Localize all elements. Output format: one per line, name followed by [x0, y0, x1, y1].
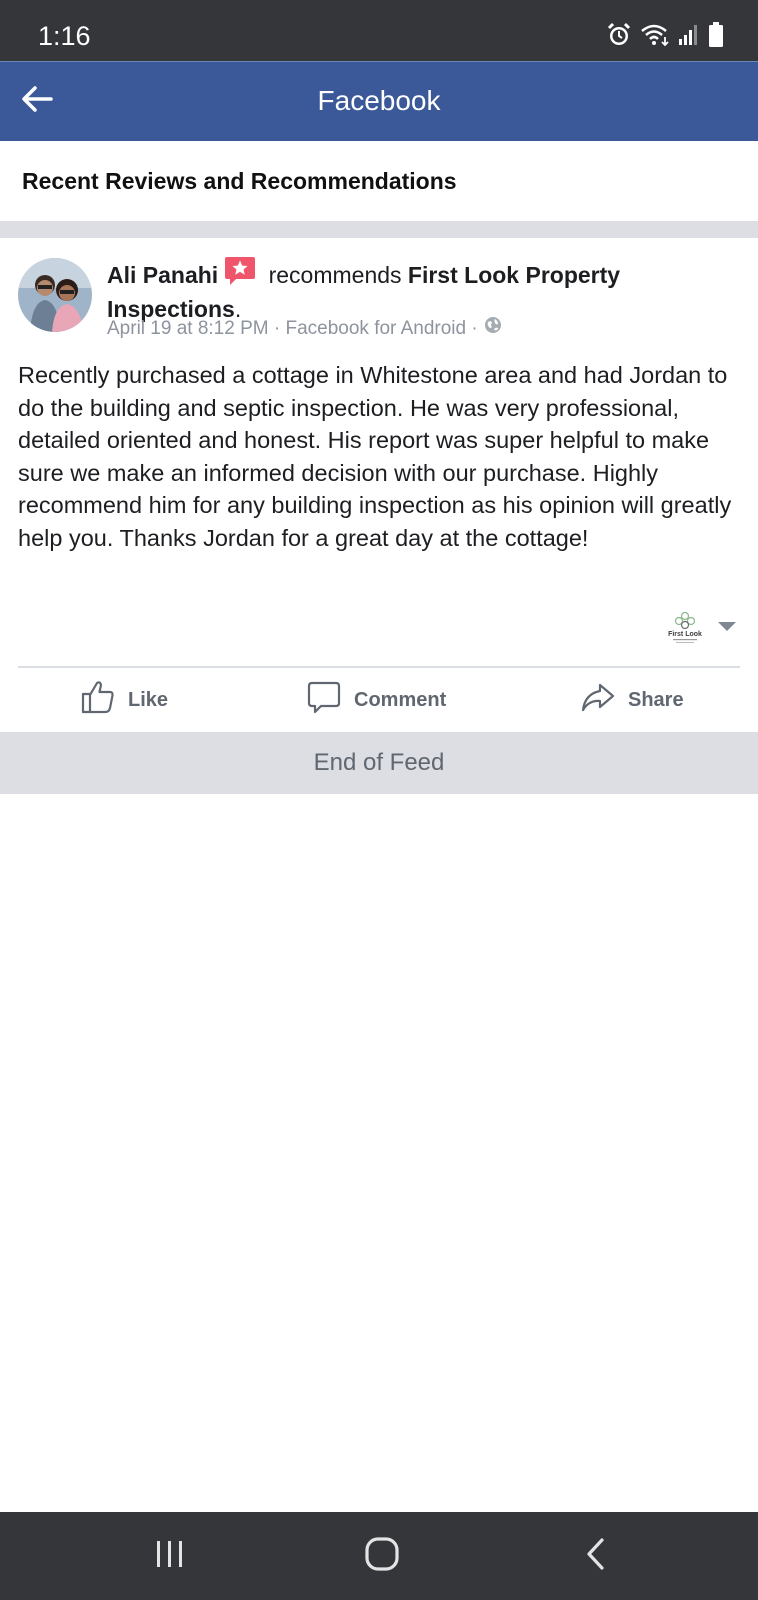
system-back-button[interactable]: [572, 1536, 620, 1576]
section-header: Recent Reviews and Recommendations: [0, 141, 758, 221]
comment-bubble-icon: [306, 679, 342, 721]
navigation-bar: [0, 1512, 758, 1600]
chevron-left-icon: [582, 1537, 610, 1576]
recent-apps-icon: [153, 1538, 187, 1575]
app-bar: Facebook: [0, 61, 758, 141]
section-divider: [0, 221, 758, 238]
post-actions: Like Comment Share: [0, 668, 758, 732]
share-label: Share: [628, 688, 684, 711]
thumbs-up-icon: [80, 679, 116, 721]
recommendation-star-icon: [224, 256, 256, 294]
battery-icon: [708, 22, 724, 53]
page-logo-text: First Look: [668, 631, 702, 638]
post-body: Recently purchased a cottage in Whitesto…: [18, 362, 732, 551]
signal-icon: [678, 24, 700, 51]
caret-down-icon: [716, 622, 738, 639]
review-post: Ali Panahi recommends First Look Propert…: [0, 238, 758, 732]
section-title: Recent Reviews and Recommendations: [22, 168, 457, 194]
status-icons: [606, 22, 724, 53]
post-meta: April 19 at 8:12 PM · Facebook for Andro…: [107, 316, 502, 341]
comment-label: Comment: [354, 688, 447, 711]
recommends-text: recommends: [268, 262, 402, 288]
share-arrow-icon: [580, 679, 616, 721]
post-timestamp[interactable]: April 19 at 8:12 PM · Facebook for Andro…: [107, 317, 478, 341]
like-button[interactable]: Like: [80, 668, 168, 732]
comment-button[interactable]: Comment: [306, 668, 446, 732]
alarm-icon: [606, 22, 632, 53]
avatar[interactable]: [18, 258, 92, 332]
wifi-icon: [640, 23, 670, 52]
home-button[interactable]: [358, 1536, 406, 1576]
author-name[interactable]: Ali Panahi: [107, 262, 218, 288]
end-of-feed: End of Feed: [0, 732, 758, 794]
app-title: Facebook: [317, 85, 441, 116]
globe-icon: [484, 316, 502, 341]
home-icon: [364, 1536, 400, 1577]
like-label: Like: [128, 688, 169, 711]
recent-apps-button[interactable]: [146, 1536, 194, 1576]
status-bar: 1:16: [0, 0, 758, 61]
post-menu-caret[interactable]: [716, 619, 738, 635]
status-time: 1:16: [38, 21, 91, 51]
share-button[interactable]: Share: [580, 668, 684, 732]
page-logo[interactable]: First Look: [664, 611, 706, 645]
post-headline: Ali Panahi recommends First Look Propert…: [107, 256, 727, 325]
